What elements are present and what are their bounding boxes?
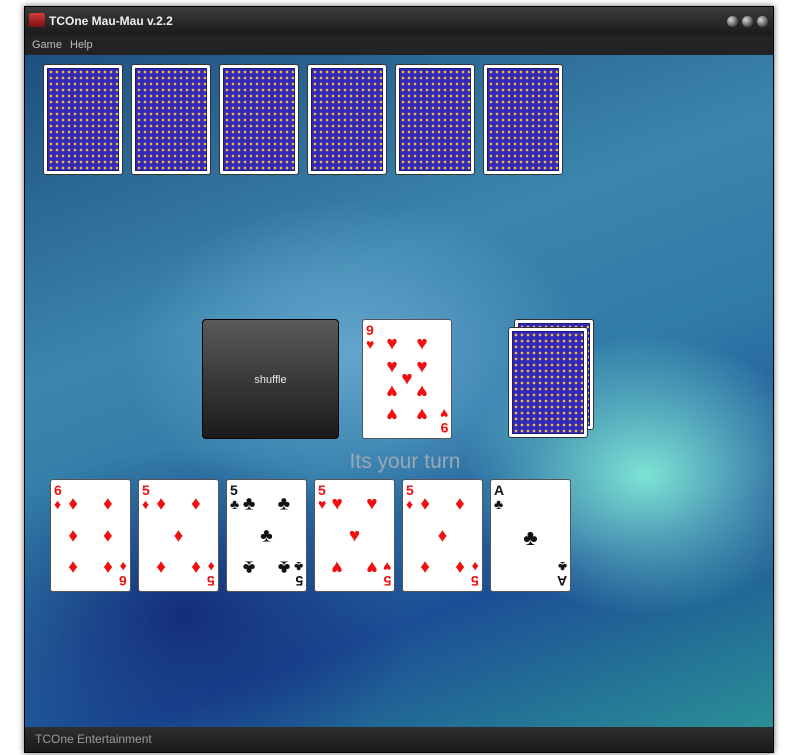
suit-pip: ♥ [386,380,398,402]
card-rank: 5 ♥ [318,482,327,512]
suit-pip: ♦ [455,493,465,515]
menu-help[interactable]: Help [70,39,93,51]
card-rank: A ♣ [494,482,505,512]
opponent-card-back [483,64,563,175]
suit-pip: ♦ [191,493,201,515]
turn-message: Its your turn [349,450,461,473]
suit-pip: ♦ [68,556,78,578]
menu-game[interactable]: Game [32,39,62,51]
suit-pip: ♦ [173,525,184,546]
opponent-card-back [395,64,475,175]
suit-pip: ♣ [242,493,256,515]
app-icon [29,13,45,27]
suit-pip: ♦ [68,493,78,515]
suit-pip: ♥ [386,356,398,378]
suit-pip: ♣ [242,556,256,578]
card-rank-bottom: 5 ♦ [207,559,215,589]
discard-top-card: 9 ♥ 9 ♥ ♥ ♥ ♥ ♥ ♥ ♥ ♥ ♥ ♥ [362,319,452,439]
menu-bar: Game Help [25,35,773,55]
card-rank-bottom: 6 ♦ [119,559,127,589]
suit-pip: ♦ [455,556,465,578]
status-bar: TCOne Entertainment [25,727,773,752]
card-rank: 9 ♥ [366,322,375,352]
player-card-6-diamonds[interactable]: 6 ♦ 6 ♦ ♦ ♦ ♦ ♦ ♦ ♦ [50,479,131,592]
suit-pip: ♦ [103,493,113,515]
opponent-card-back [43,64,123,175]
opponent-card-back [131,64,211,175]
card-rank-bottom: 5 ♥ [382,559,391,589]
card-rank-bottom: A ♣ [556,559,567,589]
card-rank-bottom: 5 ♣ [293,559,303,589]
suit-pip: ♥ [416,356,428,378]
game-table: shuffle 9 ♥ 9 ♥ ♥ ♥ ♥ ♥ ♥ ♥ ♥ ♥ ♥ Its your turn 6 ♦ 6 ♦… [25,55,773,727]
suit-pip: ♥ [366,493,378,515]
suit-pip: ♥ [386,333,398,355]
card-rank: 6 ♦ [54,482,62,512]
opponent-card-back [307,64,387,175]
suit-pip: ♦ [103,525,113,546]
card-rank: 5 ♣ [230,482,240,512]
window-title: TCOne Mau-Mau v.2.2 [49,14,173,28]
title-bar: TCOne Mau-Mau v.2.2 [25,7,773,35]
player-card-5-diamonds[interactable]: 5 ♦ 5 ♦ ♦ ♦ ♦ ♦ ♦ [138,479,219,592]
suit-pip: ♦ [191,556,201,578]
shuffle-button[interactable]: shuffle [202,319,339,439]
player-card-5-clubs[interactable]: 5 ♣ 5 ♣ ♣ ♣ ♣ ♣ ♣ [226,479,307,592]
suit-pip: ♣ [260,525,273,546]
app-window: TCOne Mau-Mau v.2.2 Game Help shuffle 9 ♥… [24,6,774,753]
suit-pip: ♣ [277,556,291,578]
suit-pip: ♦ [103,556,113,578]
suit-pip: ♥ [366,556,378,578]
suit-pip: ♥ [416,380,428,402]
suit-pip: ♣ [523,524,538,550]
card-rank-bottom: 5 ♦ [471,559,479,589]
suit-pip: ♦ [437,525,448,546]
card-rank-bottom: 9 ♥ [439,406,448,436]
draw-pile-card-top[interactable] [508,327,588,438]
close-button[interactable] [757,16,768,27]
player-card-5-diamonds[interactable]: 5 ♦ 5 ♦ ♦ ♦ ♦ ♦ ♦ [402,479,483,592]
card-rank: 5 ♦ [142,482,150,512]
card-rank: 5 ♦ [406,482,414,512]
suit-pip: ♦ [156,493,166,515]
suit-pip: ♥ [331,493,343,515]
suit-pip: ♥ [386,403,398,425]
minimize-button[interactable] [727,16,738,27]
suit-pip: ♦ [68,525,78,546]
maximize-button[interactable] [742,16,753,27]
player-card-5-hearts[interactable]: 5 ♥ 5 ♥ ♥ ♥ ♥ ♥ ♥ [314,479,395,592]
suit-pip: ♥ [416,403,428,425]
suit-pip: ♦ [420,556,430,578]
suit-pip: ♣ [277,493,291,515]
suit-pip: ♥ [401,368,413,390]
suit-pip: ♥ [416,333,428,355]
status-bar-text: TCOne Entertainment [35,732,152,746]
suit-pip: ♥ [348,525,361,546]
suit-pip: ♦ [156,556,166,578]
player-card-a-clubs[interactable]: A ♣ A ♣ ♣ [490,479,571,592]
suit-pip: ♥ [331,556,343,578]
opponent-card-back [219,64,299,175]
suit-pip: ♦ [420,493,430,515]
